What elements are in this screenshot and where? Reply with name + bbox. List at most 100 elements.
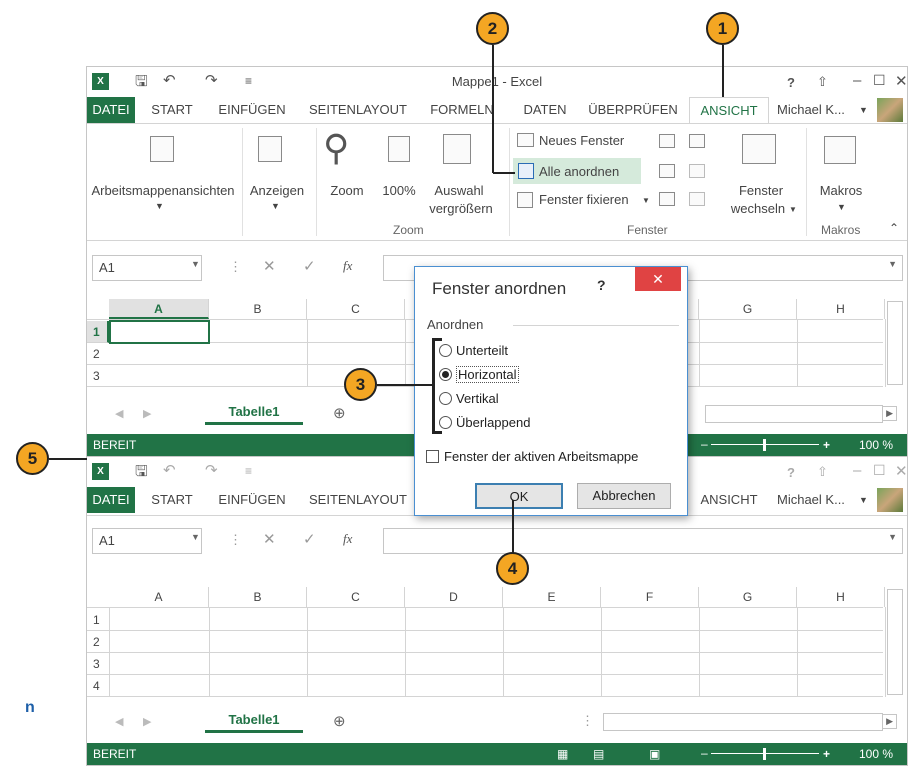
fx-icon[interactable]: fx bbox=[343, 258, 352, 274]
column-header[interactable]: C bbox=[307, 587, 405, 607]
column-header[interactable]: G bbox=[699, 299, 797, 319]
side-by-side-icon[interactable] bbox=[689, 134, 705, 148]
row-header[interactable]: 1 bbox=[87, 609, 109, 631]
redo-icon[interactable]: ↷ bbox=[205, 461, 218, 479]
radio-selected-icon[interactable] bbox=[439, 368, 452, 381]
check-icon[interactable]: ✓ bbox=[303, 530, 316, 548]
column-header[interactable]: H bbox=[797, 587, 885, 607]
zoom-out-icon[interactable]: – bbox=[701, 742, 708, 764]
checkbox-icon[interactable] bbox=[426, 450, 439, 463]
neues-fenster-button[interactable]: Neues Fenster bbox=[539, 132, 624, 149]
chevron-down-icon[interactable]: ▼ bbox=[191, 532, 200, 542]
user-name[interactable]: Michael K... bbox=[777, 487, 845, 513]
column-header[interactable]: C bbox=[307, 299, 405, 319]
zoom-button[interactable]: Zoom bbox=[323, 182, 371, 199]
avatar[interactable] bbox=[877, 98, 903, 122]
arbeitsmappenansichten-button[interactable]: Arbeitsmappenansichten bbox=[87, 182, 239, 199]
maximize-icon[interactable]: ☐ bbox=[873, 462, 886, 479]
row-header[interactable]: 3 bbox=[87, 365, 109, 387]
collapse-ribbon-icon[interactable]: ⌃ bbox=[889, 220, 899, 237]
help-icon[interactable]: ? bbox=[787, 75, 795, 90]
anzeigen-button[interactable]: Anzeigen bbox=[241, 182, 313, 199]
dialog-close-button[interactable]: ✕ bbox=[635, 267, 681, 291]
row-header[interactable]: 2 bbox=[87, 343, 109, 365]
ribbon-display-icon[interactable]: ⇧ bbox=[817, 464, 828, 480]
row-header[interactable]: 4 bbox=[87, 675, 109, 697]
tab-ansicht[interactable]: ANSICHT bbox=[689, 97, 769, 123]
row-header[interactable]: 1 bbox=[87, 321, 109, 343]
column-header[interactable]: F bbox=[601, 587, 699, 607]
sheet-prev-icon[interactable]: ◀ bbox=[115, 407, 123, 420]
sheet-tab-tabelle1[interactable]: Tabelle1 bbox=[205, 401, 303, 425]
column-header[interactable]: H bbox=[797, 299, 885, 319]
close-icon[interactable]: ✕ bbox=[895, 72, 907, 90]
tab-start[interactable]: START bbox=[139, 487, 205, 513]
zoom-selection-label-2[interactable]: vergrößern bbox=[421, 200, 501, 217]
chevron-down-icon[interactable]: ▼ bbox=[859, 97, 868, 123]
customize-quick-access-icon[interactable]: ≡ bbox=[245, 464, 252, 478]
column-header[interactable]: B bbox=[209, 587, 307, 607]
chevron-down-icon[interactable]: ▼ bbox=[888, 532, 897, 542]
tab-seitenlayout[interactable]: SEITENLAYOUT bbox=[299, 97, 417, 123]
vertical-scrollbar[interactable] bbox=[887, 589, 903, 695]
user-name[interactable]: Michael K... bbox=[777, 97, 845, 123]
normal-view-icon[interactable]: ▦ bbox=[557, 743, 568, 765]
radio-circle-icon[interactable] bbox=[439, 416, 452, 429]
radio-ueberlappend[interactable]: Überlappend bbox=[439, 415, 530, 430]
column-header[interactable]: A bbox=[109, 299, 209, 319]
radio-horizontal[interactable]: Horizontal bbox=[439, 366, 519, 383]
avatar[interactable] bbox=[877, 488, 903, 512]
minimize-icon[interactable]: – bbox=[853, 72, 861, 89]
ok-button[interactable]: OK bbox=[475, 483, 563, 509]
tab-ansicht[interactable]: ANSICHT bbox=[689, 487, 769, 513]
row-header[interactable]: 3 bbox=[87, 653, 109, 675]
column-header[interactable]: E bbox=[503, 587, 601, 607]
cancel-button[interactable]: Abbrechen bbox=[577, 483, 671, 509]
zoom-percent[interactable]: 100 % bbox=[859, 743, 893, 765]
column-header[interactable]: D bbox=[405, 587, 503, 607]
tab-datei[interactable]: DATEI bbox=[87, 487, 135, 513]
alle-anordnen-button[interactable]: Alle anordnen bbox=[539, 163, 619, 180]
radio-circle-icon[interactable] bbox=[439, 392, 452, 405]
makros-button[interactable]: Makros bbox=[813, 182, 869, 199]
fx-icon[interactable]: fx bbox=[343, 531, 352, 547]
reset-position-icon[interactable] bbox=[689, 192, 705, 206]
zoom-percent[interactable]: 100 % bbox=[859, 434, 893, 456]
active-cell-a1[interactable] bbox=[109, 320, 210, 344]
ribbon-display-icon[interactable]: ⇧ bbox=[817, 74, 828, 90]
name-box[interactable]: A1 bbox=[92, 528, 202, 554]
maximize-icon[interactable]: ☐ bbox=[873, 72, 886, 89]
close-icon[interactable]: ✕ bbox=[895, 462, 907, 480]
vertical-scrollbar[interactable] bbox=[887, 301, 903, 385]
zoom-in-icon[interactable]: + bbox=[823, 434, 830, 456]
help-icon[interactable]: ? bbox=[787, 465, 795, 480]
tab-datei[interactable]: DATEI bbox=[87, 97, 135, 123]
zoom-selection-label-1[interactable]: Auswahl bbox=[425, 182, 493, 199]
column-header[interactable]: A bbox=[109, 587, 209, 607]
add-sheet-icon[interactable]: ⊕ bbox=[333, 404, 346, 422]
split-icon[interactable] bbox=[659, 134, 675, 148]
minimize-icon[interactable]: – bbox=[853, 462, 861, 479]
tab-daten[interactable]: DATEN bbox=[511, 97, 579, 123]
formula-input[interactable] bbox=[383, 528, 903, 554]
tab-ueberpruefen[interactable]: ÜBERPRÜFEN bbox=[581, 97, 685, 123]
save-icon[interactable]: 🖫 bbox=[135, 461, 148, 486]
radio-unterteilt[interactable]: Unterteilt bbox=[439, 343, 508, 358]
page-layout-view-icon[interactable]: ▤ bbox=[593, 743, 604, 765]
tab-einfuegen[interactable]: EINFÜGEN bbox=[209, 97, 295, 123]
fenster-wechseln-label-2[interactable]: wechseln bbox=[727, 200, 789, 217]
add-sheet-icon[interactable]: ⊕ bbox=[333, 712, 346, 730]
chevron-down-icon[interactable]: ▼ bbox=[859, 487, 868, 513]
cancel-icon[interactable]: ✕ bbox=[263, 257, 276, 275]
column-header[interactable]: G bbox=[699, 587, 797, 607]
sheet-prev-icon[interactable]: ◀ bbox=[115, 715, 123, 728]
scroll-right-icon[interactable]: ▶ bbox=[882, 714, 897, 729]
tab-einfuegen[interactable]: EINFÜGEN bbox=[209, 487, 295, 513]
scroll-right-icon[interactable]: ▶ bbox=[882, 406, 897, 421]
horizontal-scrollbar[interactable] bbox=[603, 713, 883, 731]
checkbox-active-workbook[interactable]: Fenster der aktiven Arbeitsmappe bbox=[426, 449, 638, 464]
row-header[interactable]: 2 bbox=[87, 631, 109, 653]
unhide-icon[interactable] bbox=[659, 192, 675, 206]
cancel-icon[interactable]: ✕ bbox=[263, 530, 276, 548]
horizontal-scrollbar[interactable] bbox=[705, 405, 883, 423]
